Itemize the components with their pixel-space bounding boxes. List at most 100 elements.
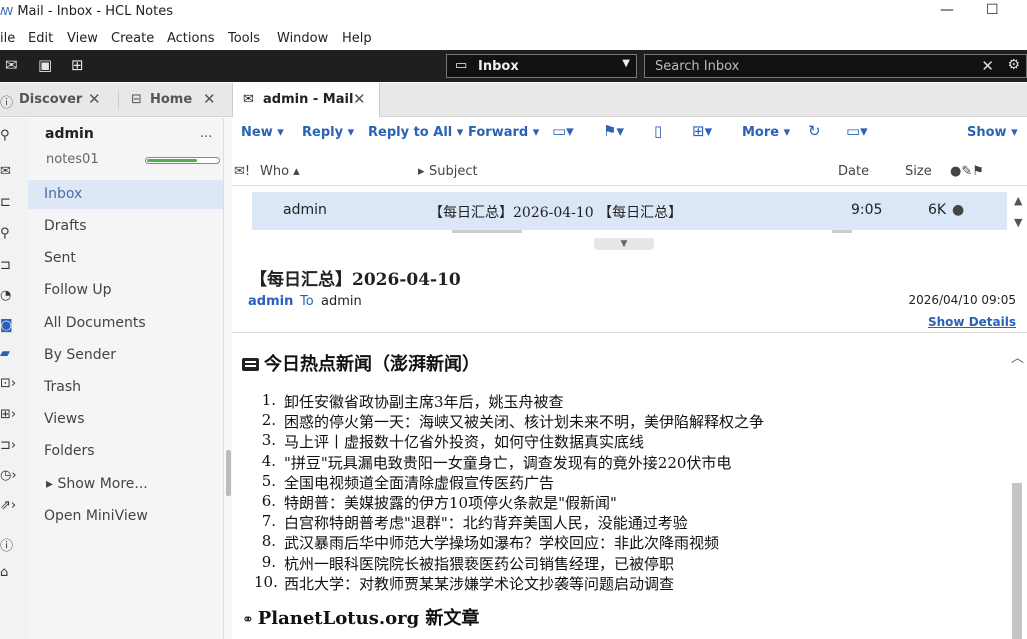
mail-icon[interactable]: ✉ (5, 56, 18, 74)
close-tab-icon[interactable]: ✕ (88, 90, 101, 108)
refresh-icon[interactable]: ↻ (808, 122, 821, 140)
home-icon[interactable]: ⌂ (0, 565, 8, 580)
move-to-folder-icon[interactable]: ▭▾ (552, 122, 574, 140)
who-column[interactable]: Who ▴ (260, 164, 300, 179)
folder-label: Trash (44, 379, 81, 395)
close-tab-icon[interactable]: ✕ (353, 90, 366, 108)
list-scrollbar[interactable]: ▲ ▼ (1009, 192, 1027, 230)
menu-create[interactable]: Create (111, 31, 154, 46)
close-tab-icon[interactable]: ✕ (203, 90, 216, 108)
news-title: 白宫称特朗普考虑"退群"：北约背弃美国人民，没能通过考验 (284, 514, 688, 533)
news-title: 西北大学：对教师贾某某涉嫌学术论文抄袭等问题启动调查 (284, 574, 675, 593)
scroll-up-icon[interactable]: ︿ (1011, 347, 1024, 366)
table-row[interactable]: admin 【每日汇总】2026-04-10 【每日汇总】 9:05 6K ● (252, 192, 1007, 230)
menu-tools[interactable]: Tools (228, 31, 260, 46)
copy-into-icon[interactable]: ⊞▾ (692, 122, 712, 140)
folder-sent[interactable]: Sent (28, 244, 223, 273)
news-title: 全国电视频道全面清除虚假宣传医药广告 (284, 473, 555, 492)
list-item[interactable]: 10. 西北大学：对教师贾某某涉嫌学术论文抄袭等问题启动调查 (254, 573, 764, 593)
list-item[interactable]: 8. 武汉暴雨后华中师范大学操场如瀑布？学校回应：非此次降雨视频 (254, 532, 764, 552)
list-item[interactable]: 4. "拼豆"玩具漏电致贵阳一女童身亡，调查发现有的竟外接220伏市电 (254, 452, 764, 472)
open-miniview-button[interactable]: Open MiniView (28, 502, 223, 531)
share-icon[interactable]: ⇗› (0, 498, 16, 513)
date-column[interactable]: Date (838, 164, 869, 179)
chat-icon[interactable]: ▭▾ (846, 122, 868, 140)
news-list: 1. 卸任安徽省政协副主席3年后，姚玉舟被查 2. 困惑的停火第一天：海峡又被关闭、… (254, 391, 764, 593)
list-item[interactable]: 6. 特朗普：美媒披露的伊方10项停火条款是"假新闻" (254, 492, 764, 512)
reply-all-button[interactable]: Reply to All ▾ (368, 125, 463, 140)
show-details-link[interactable]: Show Details (928, 315, 1016, 329)
section-heading-news: 今日热点新闻（澎湃新闻） (242, 350, 480, 376)
size-column[interactable]: Size (905, 164, 932, 179)
folder-views[interactable]: Views (28, 405, 223, 434)
splitter-grip[interactable] (226, 450, 231, 496)
tab-discover[interactable]: ⓘ Discover ✕ (0, 83, 113, 117)
search-options-icon[interactable]: ⚙ (1007, 57, 1020, 73)
tab-admin-mail[interactable]: ✉ admin - Mail ✕ (232, 83, 380, 117)
drafts-icon[interactable]: ⊏ (0, 195, 11, 210)
show-more-icon[interactable]: ⊐› (0, 438, 16, 453)
calendar-icon[interactable]: ▣ (38, 56, 52, 74)
folders-icon[interactable]: ⊞› (0, 407, 16, 422)
maximize-button[interactable]: ☐ (986, 2, 999, 18)
preview-from[interactable]: admin (248, 294, 293, 309)
scrollbar-thumb[interactable] (1012, 483, 1022, 639)
menu-file[interactable]: ile (0, 31, 15, 46)
database-selector[interactable]: ▭ Inbox ▼ (446, 54, 637, 78)
list-item[interactable]: 2. 困惑的停火第一天：海峡又被关闭、核计划未来不明，美伊陷解释权之争 (254, 411, 764, 431)
list-item[interactable]: 5. 全国电视频道全面清除虚假宣传医药广告 (254, 472, 764, 492)
menu-view[interactable]: View (67, 31, 98, 46)
menu-edit[interactable]: Edit (28, 31, 53, 46)
preview-to[interactable]: admin (321, 294, 362, 309)
by-sender-icon[interactable]: ◙ (0, 318, 13, 333)
folder-all-documents[interactable]: All Documents (28, 309, 223, 338)
forward-button[interactable]: Forward ▾ (468, 125, 539, 140)
minimize-button[interactable]: — (940, 2, 954, 18)
list-item[interactable]: 1. 卸任安徽省政协副主席3年后，姚玉舟被查 (254, 391, 764, 411)
body-scrollbar[interactable]: ︿ (1007, 333, 1027, 639)
followup-icon[interactable]: ⊐ (0, 258, 11, 273)
search-placeholder: Search Inbox (655, 59, 740, 74)
folder-drafts[interactable]: Drafts (28, 212, 223, 241)
more-button[interactable]: More ▾ (742, 125, 790, 140)
new-button[interactable]: New ▾ (241, 125, 284, 140)
show-button[interactable]: Show ▾ (967, 125, 1018, 140)
scroll-up-icon[interactable]: ▲ (1014, 194, 1022, 207)
tab-home[interactable]: ⊟ Home ✕ (124, 83, 226, 117)
reply-button[interactable]: Reply ▾ (302, 125, 354, 140)
list-item[interactable]: 3. 马上评丨虚报数十亿省外投资，如何守住数据真实底线 (254, 431, 764, 451)
clear-search-icon[interactable]: ✕ (981, 57, 994, 75)
preview-resize-handle[interactable]: ▼ (594, 238, 654, 250)
subject-column[interactable]: Subject (429, 164, 478, 179)
all-documents-icon[interactable]: ◔ (0, 288, 11, 303)
list-item[interactable]: 9. 杭州一眼科医院院长被指猥亵医药公司销售经理，已被停职 (254, 553, 764, 573)
list-item[interactable]: 7. 白宫称特朗普考虑"退群"：北约背弃美国人民，没能通过考验 (254, 512, 764, 532)
search-icon[interactable]: ⚲ (0, 128, 10, 143)
folder-trash[interactable]: Trash (28, 373, 223, 402)
menu-actions[interactable]: Actions (167, 31, 215, 46)
message-subject: 【每日汇总】2026-04-10 【每日汇总】 (429, 205, 683, 221)
sent-icon[interactable]: ⚲ (0, 226, 10, 241)
list-number: 7. (261, 512, 276, 531)
delete-icon[interactable]: ▯ (654, 122, 662, 140)
folder-by-sender[interactable]: By Sender (28, 341, 223, 370)
info-icon[interactable]: ⓘ (0, 535, 13, 554)
folder-inbox[interactable]: Inbox (28, 180, 223, 209)
search-input[interactable]: Search Inbox ✕ ⚙ (644, 54, 1027, 78)
clock-icon[interactable]: ◷› (0, 468, 17, 483)
folder-follow-up[interactable]: Follow Up (28, 276, 223, 305)
account-more-button[interactable]: ... (200, 126, 212, 141)
flag-icon[interactable]: ⚑▾ (603, 122, 624, 140)
unread-column-icon[interactable]: ✉! (234, 164, 250, 179)
inbox-icon[interactable]: ✉ (0, 164, 11, 179)
menu-window[interactable]: Window (277, 31, 328, 46)
show-more-button[interactable]: ▸ Show More... (28, 470, 223, 499)
views-icon[interactable]: ⊡› (0, 376, 16, 391)
folder-folders[interactable]: Folders (28, 437, 223, 466)
pane-splitter[interactable] (223, 118, 232, 639)
scroll-down-icon[interactable]: ▼ (1014, 216, 1022, 229)
apps-grid-icon[interactable]: ⊞ (71, 56, 84, 74)
folder-label: All Documents (44, 315, 146, 331)
trash-icon[interactable]: ▰ (0, 346, 10, 361)
menu-help[interactable]: Help (342, 31, 372, 46)
